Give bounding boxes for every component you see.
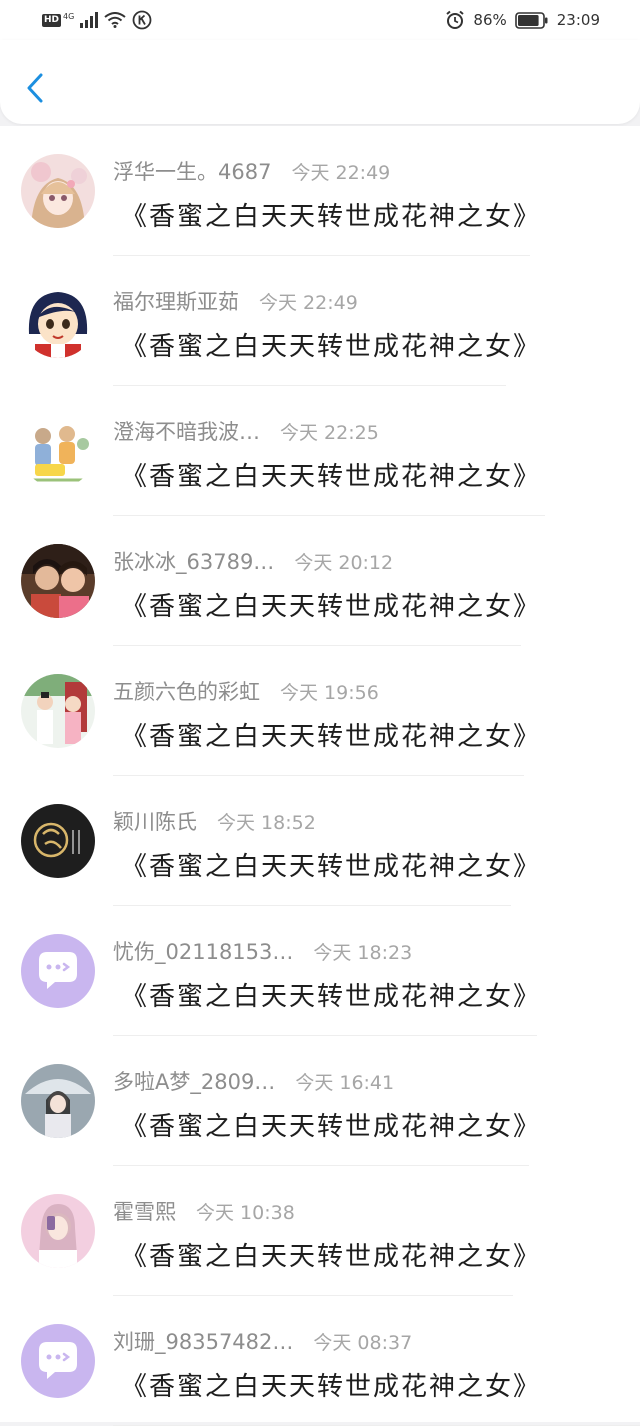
comment-meta: 福尔理斯亚茹 今天 22:49 xyxy=(113,286,358,316)
comment-time: 今天 22:49 xyxy=(259,292,358,314)
wifi-icon xyxy=(104,12,126,28)
hd-badge: HD xyxy=(42,13,62,27)
comment-meta: 浮华一生。4687 今天 22:49 xyxy=(113,156,390,186)
signal-icon xyxy=(80,12,99,28)
comment-time: 今天 18:23 xyxy=(313,942,413,964)
user-name[interactable]: 五颜六色的彩虹 xyxy=(113,676,260,706)
avatar[interactable] xyxy=(21,804,95,878)
avatar-costume-drama xyxy=(21,674,95,748)
comment-meta: 多啦A梦_2809… 今天 16:41 xyxy=(113,1066,394,1096)
comment-time: 今天 19:56 xyxy=(280,682,379,704)
avatar-calligraphy-logo xyxy=(21,804,95,878)
comment-text: 《香蜜之白天天转世成花神之女》 xyxy=(121,202,542,232)
comment-meta: 刘珊_98357482… 今天 08:37 xyxy=(113,1326,412,1356)
user-name[interactable]: 张冰冰_63789… xyxy=(113,546,274,576)
alarm-icon xyxy=(446,10,465,29)
avatar-anime-girl xyxy=(21,154,95,228)
comment-meta: 霍雪熙 今天 10:38 xyxy=(113,1196,295,1226)
user-name[interactable]: 刘珊_98357482… xyxy=(113,1326,293,1356)
comment-time: 今天 16:41 xyxy=(295,1072,395,1094)
comment-meta: 澄海不暗我波… 今天 22:25 xyxy=(113,416,379,446)
status-bar-right: 86% 23:09 xyxy=(445,10,600,30)
comment-item[interactable]: 霍雪熙 今天 10:38 《香蜜之白天天转世成花神之女》 xyxy=(0,1166,640,1296)
comment-list: 浮华一生。4687 今天 22:49 《香蜜之白天天转世成花神之女》 福尔理斯亚茹今… xyxy=(0,126,640,1426)
network-type: 4G xyxy=(63,11,75,21)
battery-icon xyxy=(514,11,548,29)
avatar-default-chat xyxy=(21,934,95,1008)
avatar-default-chat xyxy=(21,1324,95,1398)
page-header xyxy=(0,40,640,124)
user-name[interactable]: 多啦A梦_2809… xyxy=(113,1066,275,1096)
k-circle-icon xyxy=(132,10,152,30)
battery-percent: 86% xyxy=(473,11,507,29)
comment-item[interactable]: 福尔理斯亚茹 今天 22:49 《香蜜之白天天转世成花神之女》 xyxy=(0,256,640,386)
comment-time: 今天 10:38 xyxy=(196,1202,295,1224)
comment-time: 今天 22:25 xyxy=(280,422,379,444)
user-name[interactable]: 福尔理斯亚茹 xyxy=(113,286,239,316)
comment-item[interactable]: 忧伤_02118153… 今天 18:23 《香蜜之白天天转世成花神之女》 xyxy=(0,906,640,1036)
avatar-illustration-people xyxy=(21,414,95,488)
comment-text: 《香蜜之白天天转世成花神之女》 xyxy=(121,332,542,362)
comment-text: 《香蜜之白天天转世成花神之女》 xyxy=(121,852,542,882)
comment-time: 今天 20:12 xyxy=(294,552,394,574)
comment-meta: 五颜六色的彩虹 今天 19:56 xyxy=(113,676,379,706)
comment-time: 今天 22:49 xyxy=(291,162,391,184)
comment-item[interactable]: 张冰冰_63789… 今天 20:12 《香蜜之白天天转世成花神之女》 xyxy=(0,516,640,646)
avatar-photo-two-people xyxy=(21,544,95,618)
avatar[interactable] xyxy=(21,1194,95,1268)
comment-item[interactable]: 五颜六色的彩虹 今天 19:56 《香蜜之白天天转世成花神之女》 xyxy=(0,646,640,776)
avatar[interactable] xyxy=(21,544,95,618)
comment-time: 今天 08:37 xyxy=(313,1332,413,1354)
comment-text: 《香蜜之白天天转世成花神之女》 xyxy=(121,592,542,622)
user-name[interactable]: 澄海不暗我波… xyxy=(113,416,260,446)
comment-item[interactable]: 澄海不暗我波… 今天 22:25 《香蜜之白天天转世成花神之女》 xyxy=(0,386,640,516)
avatar[interactable] xyxy=(21,674,95,748)
chevron-left-icon xyxy=(27,73,43,103)
comment-meta: 忧伤_02118153… 今天 18:23 xyxy=(113,936,412,966)
avatar[interactable] xyxy=(21,934,95,1008)
comment-meta: 颖川陈氏 今天 18:52 xyxy=(113,806,316,836)
avatar-cartoon-girl xyxy=(21,284,95,358)
comment-item[interactable]: 浮华一生。4687 今天 22:49 《香蜜之白天天转世成花神之女》 xyxy=(0,126,640,256)
status-bar-left: HD 4G xyxy=(42,10,152,30)
comment-item[interactable]: 多啦A梦_2809… 今天 16:41 《香蜜之白天天转世成花神之女》 xyxy=(0,1036,640,1166)
avatar-photo-girl-umbrella xyxy=(21,1064,95,1138)
comment-meta: 张冰冰_63789… 今天 20:12 xyxy=(113,546,393,576)
comment-text: 《香蜜之白天天转世成花神之女》 xyxy=(121,722,542,752)
user-name[interactable]: 颖川陈氏 xyxy=(113,806,197,836)
avatar[interactable] xyxy=(21,1324,95,1398)
user-name[interactable]: 霍雪熙 xyxy=(113,1196,176,1226)
avatar[interactable] xyxy=(21,1064,95,1138)
comment-item[interactable]: 颖川陈氏 今天 18:52 《香蜜之白天天转世成花神之女》 xyxy=(0,776,640,906)
avatar[interactable] xyxy=(21,154,95,228)
comment-item[interactable]: 刘珊_98357482… 今天 08:37 《香蜜之白天天转世成花神之女》 xyxy=(0,1296,640,1426)
clock: 23:09 xyxy=(556,11,600,29)
back-button[interactable] xyxy=(18,68,52,108)
avatar[interactable] xyxy=(21,284,95,358)
comment-text: 《香蜜之白天天转世成花神之女》 xyxy=(121,982,542,1012)
comment-text: 《香蜜之白天天转世成花神之女》 xyxy=(121,1112,542,1142)
user-name[interactable]: 浮华一生。4687 xyxy=(113,156,271,186)
status-bar: HD 4G 86% 23:09 xyxy=(0,0,640,40)
user-name[interactable]: 忧伤_02118153… xyxy=(113,936,293,966)
comment-time: 今天 18:52 xyxy=(217,812,316,834)
comment-text: 《香蜜之白天天转世成花神之女》 xyxy=(121,1372,542,1402)
comment-text: 《香蜜之白天天转世成花神之女》 xyxy=(121,1242,542,1272)
comment-text: 《香蜜之白天天转世成花神之女》 xyxy=(121,462,542,492)
avatar[interactable] xyxy=(21,414,95,488)
avatar-photo-girl-pink xyxy=(21,1194,95,1268)
